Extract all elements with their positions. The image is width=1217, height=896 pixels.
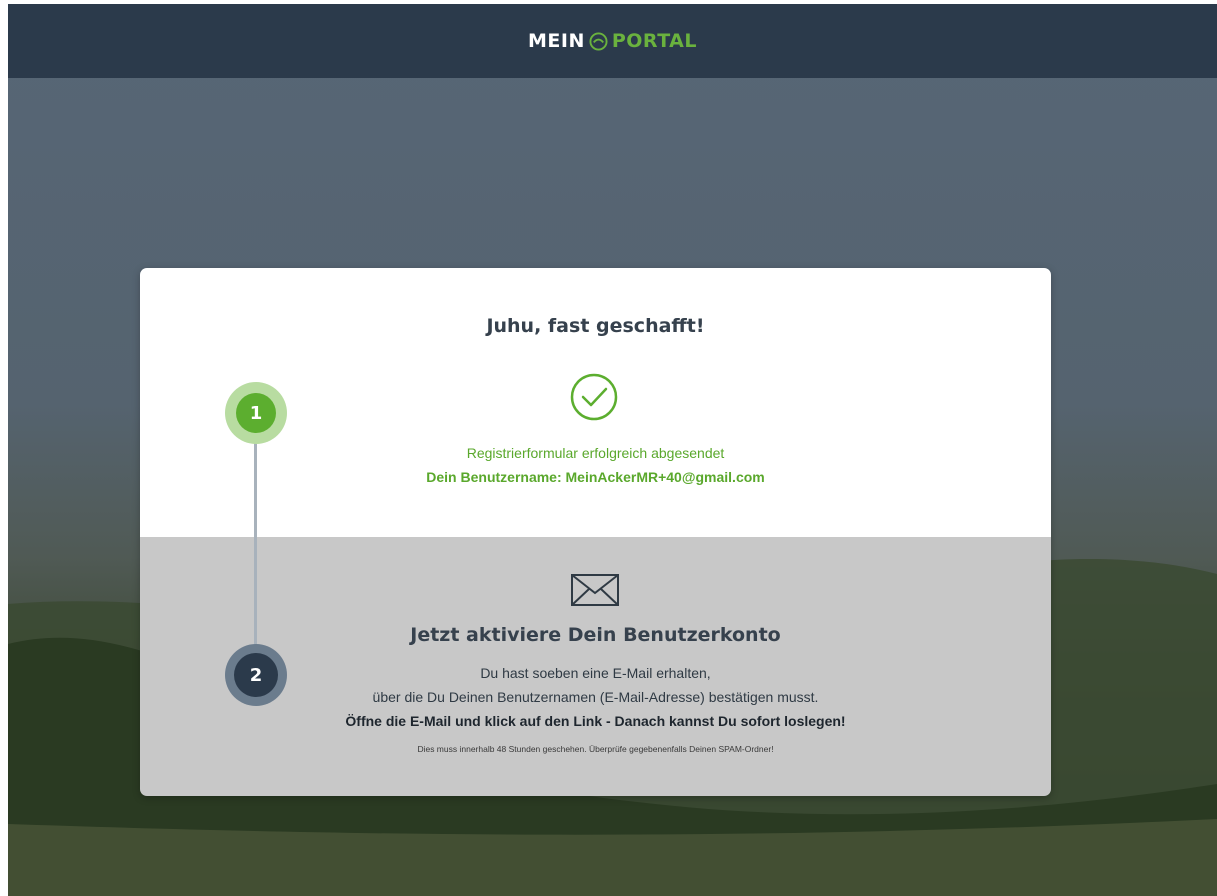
step-number-2: 2 (234, 653, 278, 697)
step1-title: Juhu, fast geschafft! (486, 315, 705, 337)
success-message: Registrierformular erfolgreich abgesende… (466, 445, 725, 461)
step-indicator-1: 1 (225, 382, 287, 444)
username-line: Dein Benutzername: MeinAckerMR+40@gmail.… (426, 469, 765, 485)
step-connector-line (254, 418, 257, 678)
step2-title: Jetzt aktiviere Dein Benutzerkonto (410, 624, 781, 646)
check-circle-icon (570, 373, 618, 421)
envelope-icon (571, 574, 619, 606)
logo-text-portal: PORTAL (611, 30, 697, 52)
logo-text-mein: MEIN (527, 30, 585, 52)
leaf-circle-icon (589, 31, 608, 51)
registration-status-card: Juhu, fast geschafft! Registrierformular… (140, 268, 1051, 796)
step-number-1: 1 (236, 393, 276, 433)
top-navigation-bar: MEIN PORTAL (8, 4, 1217, 78)
portal-logo[interactable]: MEIN PORTAL (528, 30, 697, 52)
step2-instruction: Öffne die E-Mail und klick auf den Link … (345, 713, 846, 729)
step-indicator-2: 2 (225, 644, 287, 706)
step2-note: Dies muss innerhalb 48 Stunden geschehen… (417, 744, 774, 754)
